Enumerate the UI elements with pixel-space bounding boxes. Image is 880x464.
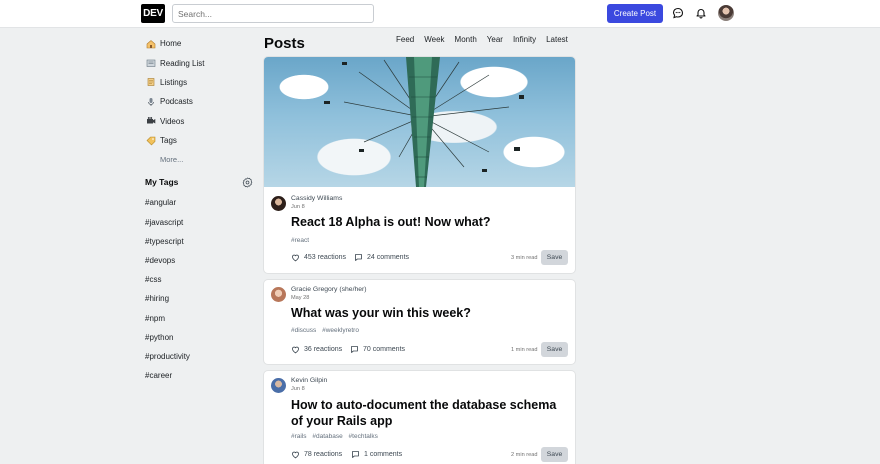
post-title[interactable]: How to auto-document the database schema… [291,397,566,429]
post-cover-image[interactable] [264,57,575,187]
tab-month[interactable]: Month [455,35,477,44]
sidebar-tag[interactable]: #productivity [141,347,253,366]
author-avatar[interactable] [271,287,286,302]
house-icon [145,38,156,49]
reactions-count: 453 reactions [304,254,347,261]
read-time: 2 min read [511,452,538,458]
sidebar-item-label: Videos [160,116,185,126]
sidebar-item-podcasts[interactable]: Podcasts [141,92,253,111]
comments-count: 24 comments [367,254,410,261]
comments-count: 1 comments [364,451,403,458]
post-card[interactable]: Kevin Gilpin Jun 8 How to auto-document … [264,371,575,464]
post-card[interactable]: Cassidy Williams Jun 8 React 18 Alpha is… [264,57,575,273]
gear-icon[interactable] [242,177,253,188]
post-tag[interactable]: #weeklyretro [322,327,359,334]
tab-feed[interactable]: Feed [396,35,414,44]
sidebar-tag[interactable]: #python [141,328,253,347]
post-tags: #react [291,237,313,244]
search-input[interactable] [172,4,374,23]
sidebar-item-label: Listings [160,77,188,87]
post-tag[interactable]: #rails [291,433,307,440]
my-tags-header: My Tags [141,171,253,193]
comments-count: 70 comments [363,346,406,353]
post-tag[interactable]: #react [291,237,309,244]
chat-bubble-icon[interactable] [671,6,685,20]
author-name[interactable]: Kevin Gilpin [291,377,327,384]
scroll-icon [145,77,156,88]
post-date: May 28 [291,295,310,301]
sidebar-tag[interactable]: #javascript [141,213,253,232]
top-header: DEV Create Post [0,0,880,28]
left-sidebar: Home Reading List Listings Podcasts Vide… [141,34,253,385]
post-title[interactable]: What was your win this week? [291,305,566,321]
comments-button[interactable]: 1 comments [351,450,402,459]
sidebar-item-videos[interactable]: Videos [141,112,253,131]
user-avatar[interactable] [718,5,734,21]
sidebar-tag[interactable]: #career [141,366,253,385]
sidebar-tag[interactable]: #npm [141,308,253,327]
sidebar-item-label: Tags [160,136,177,146]
post-date: Jun 8 [291,204,305,210]
author-name[interactable]: Gracie Gregory (she/her) [291,286,367,293]
tab-year[interactable]: Year [487,35,503,44]
sidebar-more-link[interactable]: More... [141,150,253,168]
post-tag[interactable]: #discuss [291,327,316,334]
sidebar-tag[interactable]: #css [141,270,253,289]
post-tag[interactable]: #database [312,433,342,440]
reactions-button[interactable]: 78 reactions [291,450,342,459]
sidebar-item-reading-list[interactable]: Reading List [141,53,253,72]
bell-icon[interactable] [694,6,708,20]
feed-filter-tabs: Feed Week Month Year Infinity Latest [396,35,568,44]
save-button[interactable]: Save [541,342,568,357]
save-button[interactable]: Save [541,447,568,462]
reactions-count: 78 reactions [304,451,343,458]
read-time: 1 min read [511,347,538,353]
tab-week[interactable]: Week [424,35,444,44]
tag-icon [145,135,156,146]
create-post-button[interactable]: Create Post [607,4,663,23]
sidebar-item-home[interactable]: Home [141,34,253,53]
sidebar-item-label: Home [160,39,182,49]
page-title: Posts [264,35,305,52]
camera-icon [145,116,156,127]
post-card[interactable]: Gracie Gregory (she/her) May 28 What was… [264,280,575,364]
post-tag[interactable]: #techtalks [349,433,378,440]
tab-infinity[interactable]: Infinity [513,35,536,44]
sidebar-tag[interactable]: #devops [141,251,253,270]
comment-icon [354,253,363,262]
sidebar-tag[interactable]: #typescript [141,232,253,251]
heart-icon [291,450,300,459]
save-button[interactable]: Save [541,250,568,265]
reactions-count: 36 reactions [304,346,343,353]
read-time: 3 min read [511,255,538,261]
sidebar-tag[interactable]: #hiring [141,289,253,308]
comments-button[interactable]: 24 comments [354,253,409,262]
author-name[interactable]: Cassidy Williams [291,195,342,202]
reactions-button[interactable]: 453 reactions [291,253,346,262]
author-avatar[interactable] [271,196,286,211]
comment-icon [351,450,360,459]
tab-latest[interactable]: Latest [546,35,568,44]
comment-icon [350,345,359,354]
dev-logo[interactable]: DEV [141,4,165,23]
sidebar-tag[interactable]: #angular [141,193,253,212]
heart-icon [291,253,300,262]
post-tags: #rails #database #techtalks [291,433,382,440]
reactions-button[interactable]: 36 reactions [291,345,342,354]
reading-list-icon [145,58,156,69]
sidebar-item-label: Reading List [160,58,205,68]
sidebar-item-listings[interactable]: Listings [141,73,253,92]
comments-button[interactable]: 70 comments [350,345,405,354]
my-tags-title: My Tags [145,177,179,188]
sidebar-item-label: Podcasts [160,97,193,107]
sidebar-item-tags[interactable]: Tags [141,131,253,150]
post-date: Jun 8 [291,386,305,392]
author-avatar[interactable] [271,378,286,393]
heart-icon [291,345,300,354]
microphone-icon [145,96,156,107]
post-title[interactable]: React 18 Alpha is out! Now what? [291,214,566,230]
post-tags: #discuss #weeklyretro [291,327,363,334]
